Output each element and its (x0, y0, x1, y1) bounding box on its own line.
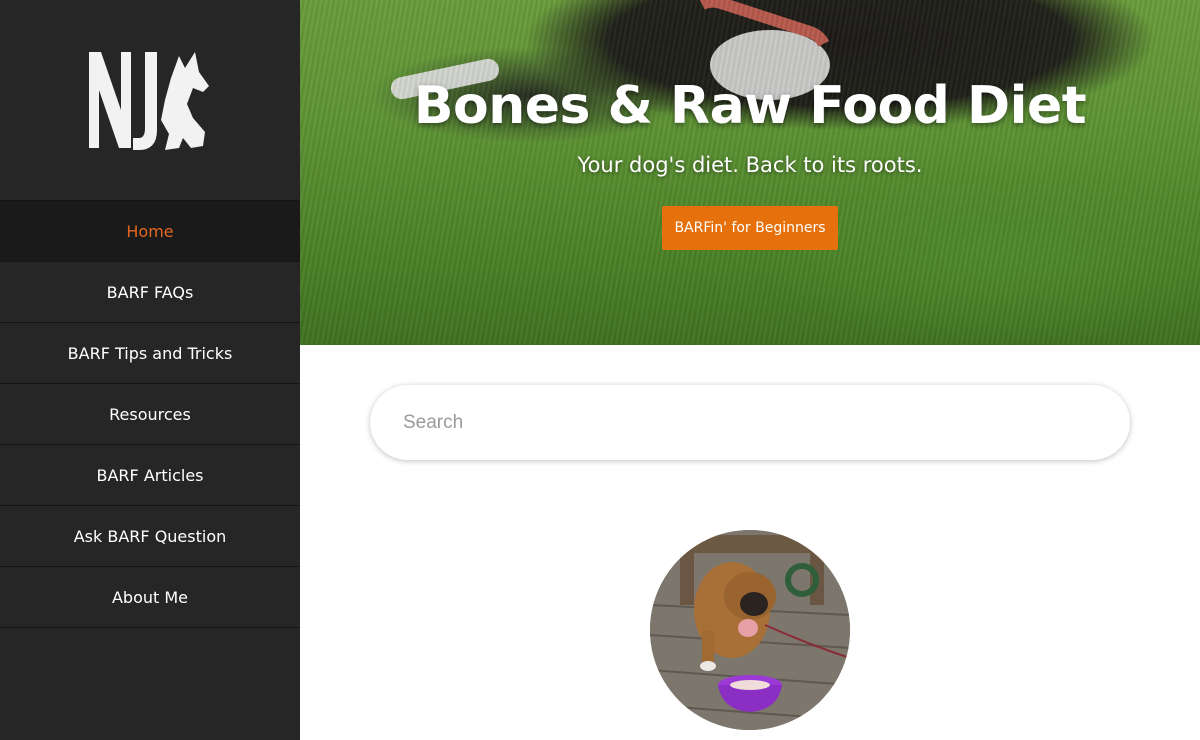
nav-item-barf-faqs[interactable]: BARF FAQs (0, 262, 300, 323)
nj-dog-logo-icon (89, 52, 209, 150)
sidebar: Home BARF FAQs BARF Tips and Tricks Reso… (0, 0, 300, 740)
nav-item-resources[interactable]: Resources (0, 384, 300, 445)
search-input[interactable] (401, 410, 1095, 435)
nav-item-ask-question[interactable]: Ask BARF Question (0, 506, 300, 567)
profile-photo-dog-eating (650, 530, 850, 730)
barfin-for-beginners-button[interactable]: BARFin' for Beginners (662, 206, 838, 250)
nav-item-home[interactable]: Home (0, 201, 300, 262)
site-logo[interactable] (0, 0, 300, 200)
dog-eating-photo-icon (650, 530, 850, 730)
hero-content: Bones & Raw Food Diet Your dog's diet. B… (300, 0, 1200, 345)
main-nav: Home BARF FAQs BARF Tips and Tricks Reso… (0, 200, 300, 628)
hero-title: Bones & Raw Food Diet (413, 76, 1087, 136)
hero-banner: Bones & Raw Food Diet Your dog's diet. B… (300, 0, 1200, 345)
nav-item-barf-articles[interactable]: BARF Articles (0, 445, 300, 506)
nav-item-about-me[interactable]: About Me (0, 567, 300, 628)
hero-subtitle: Your dog's diet. Back to its roots. (577, 153, 923, 177)
nav-item-barf-tips[interactable]: BARF Tips and Tricks (0, 323, 300, 384)
search-bar (370, 385, 1130, 460)
